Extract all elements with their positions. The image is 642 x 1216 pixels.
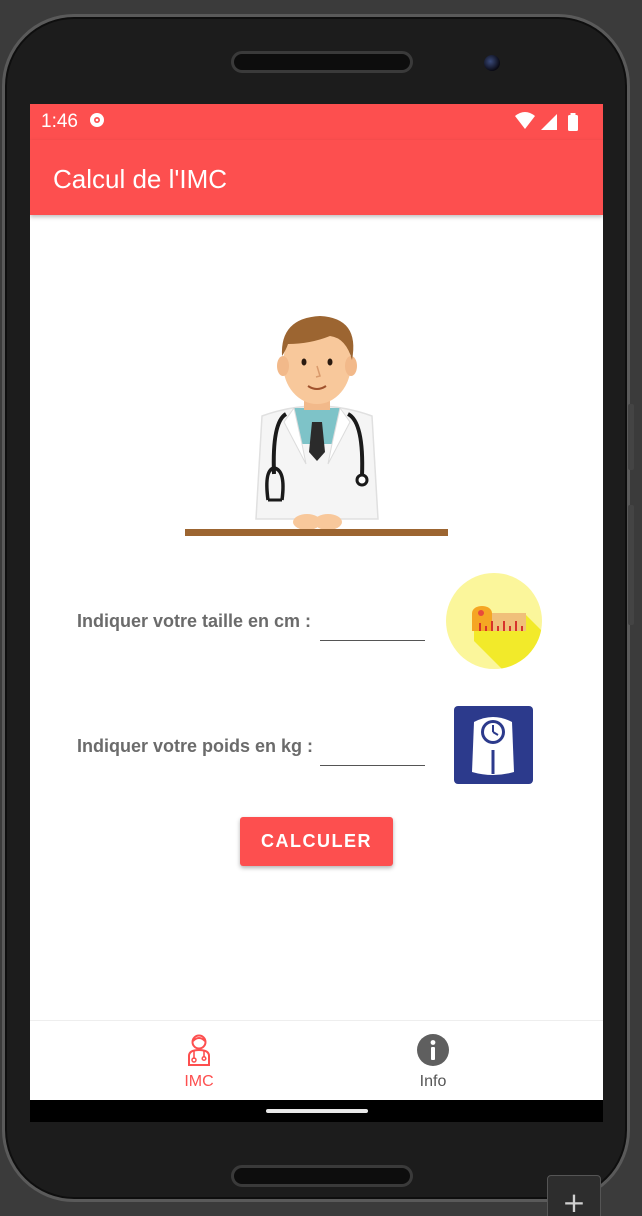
- nav-label-info: Info: [419, 1073, 447, 1090]
- front-camera: [484, 55, 500, 71]
- height-label: Indiquer votre taille en cm :: [77, 611, 312, 631]
- bottom-navigation: IMC Info: [30, 1020, 603, 1100]
- app-bar: Calcul de l'IMC: [30, 140, 603, 215]
- doctor-illustration: [185, 316, 448, 536]
- battery-icon: [568, 113, 578, 131]
- add-button[interactable]: +: [547, 1175, 601, 1216]
- calculate-button[interactable]: CALCULER: [240, 817, 393, 866]
- bottom-speaker: [231, 1165, 413, 1187]
- nav-item-info[interactable]: Info: [290, 1021, 576, 1100]
- info-icon: [417, 1034, 449, 1066]
- status-icons: [515, 112, 578, 131]
- weight-input[interactable]: [320, 734, 425, 766]
- wifi-icon: [515, 112, 535, 129]
- status-time: 1:46: [41, 111, 78, 132]
- home-indicator[interactable]: [266, 1109, 368, 1113]
- earpiece-speaker: [231, 51, 413, 73]
- power-button: [628, 404, 634, 470]
- page-title: Calcul de l'IMC: [53, 164, 228, 194]
- weight-label: Indiquer votre poids en kg :: [77, 736, 314, 756]
- doctor-icon: [188, 1034, 210, 1066]
- height-input[interactable]: [320, 609, 425, 641]
- signal-icon: [541, 114, 557, 130]
- notification-icon: [90, 113, 104, 127]
- measuring-tape-icon: [446, 573, 542, 669]
- app-screen: 1:46 Calcul de l'IMC Indiquer votre tail…: [30, 104, 603, 1100]
- status-bar: 1:46: [30, 104, 603, 140]
- volume-button: [628, 505, 634, 625]
- weighing-scale-icon: [454, 706, 533, 784]
